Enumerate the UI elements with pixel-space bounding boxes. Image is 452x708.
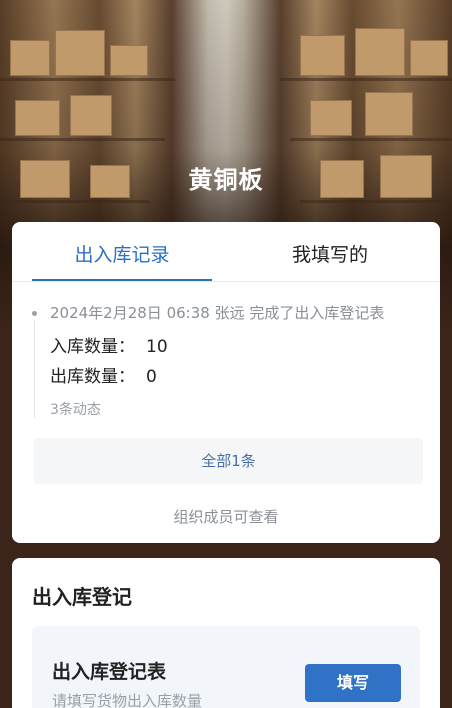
timeline-dot [32, 311, 37, 316]
form-name: 出入库登记表 [52, 661, 167, 683]
fill-button[interactable]: 填写 [305, 664, 401, 702]
tab-records[interactable]: 出入库记录 [32, 222, 212, 282]
register-section-title: 出入库登记 [32, 585, 132, 609]
view-all-button[interactable]: 全部1条 [34, 438, 423, 484]
inbound-qty-row: 入库数量： 10 [50, 332, 168, 357]
inbound-qty-label: 入库数量： [50, 337, 135, 357]
activity-timeline: 2024年2月28日 06:38 张远 完成了出入库登记表 入库数量： 10 出库… [32, 304, 428, 420]
register-card: 出入库登记 出入库登记表 请填写货物出入库数量 填写 [12, 558, 440, 708]
outbound-qty-label: 出库数量： [50, 367, 135, 387]
register-form-item[interactable]: 出入库登记表 请填写货物出入库数量 填写 [32, 626, 420, 708]
outbound-qty-row: 出库数量： 0 [50, 362, 157, 387]
tab-bar: 出入库记录 我填写的 [12, 222, 440, 282]
form-description: 请填写货物出入库数量 [52, 692, 203, 708]
records-card: 出入库记录 我填写的 2024年2月28日 06:38 张远 完成了出入库登记表… [12, 222, 440, 543]
outbound-qty-value: 0 [146, 367, 157, 387]
visibility-note: 组织成员可查看 [173, 508, 279, 526]
activity-headline: 2024年2月28日 06:38 张远 完成了出入库登记表 [50, 304, 385, 322]
inbound-qty-value: 10 [146, 337, 168, 357]
timeline-line [34, 320, 35, 418]
activity-count: 3条动态 [50, 402, 101, 418]
tab-mine[interactable]: 我填写的 [240, 222, 420, 282]
page-title: 黄铜板 [188, 166, 264, 194]
active-tab-indicator [32, 279, 212, 281]
